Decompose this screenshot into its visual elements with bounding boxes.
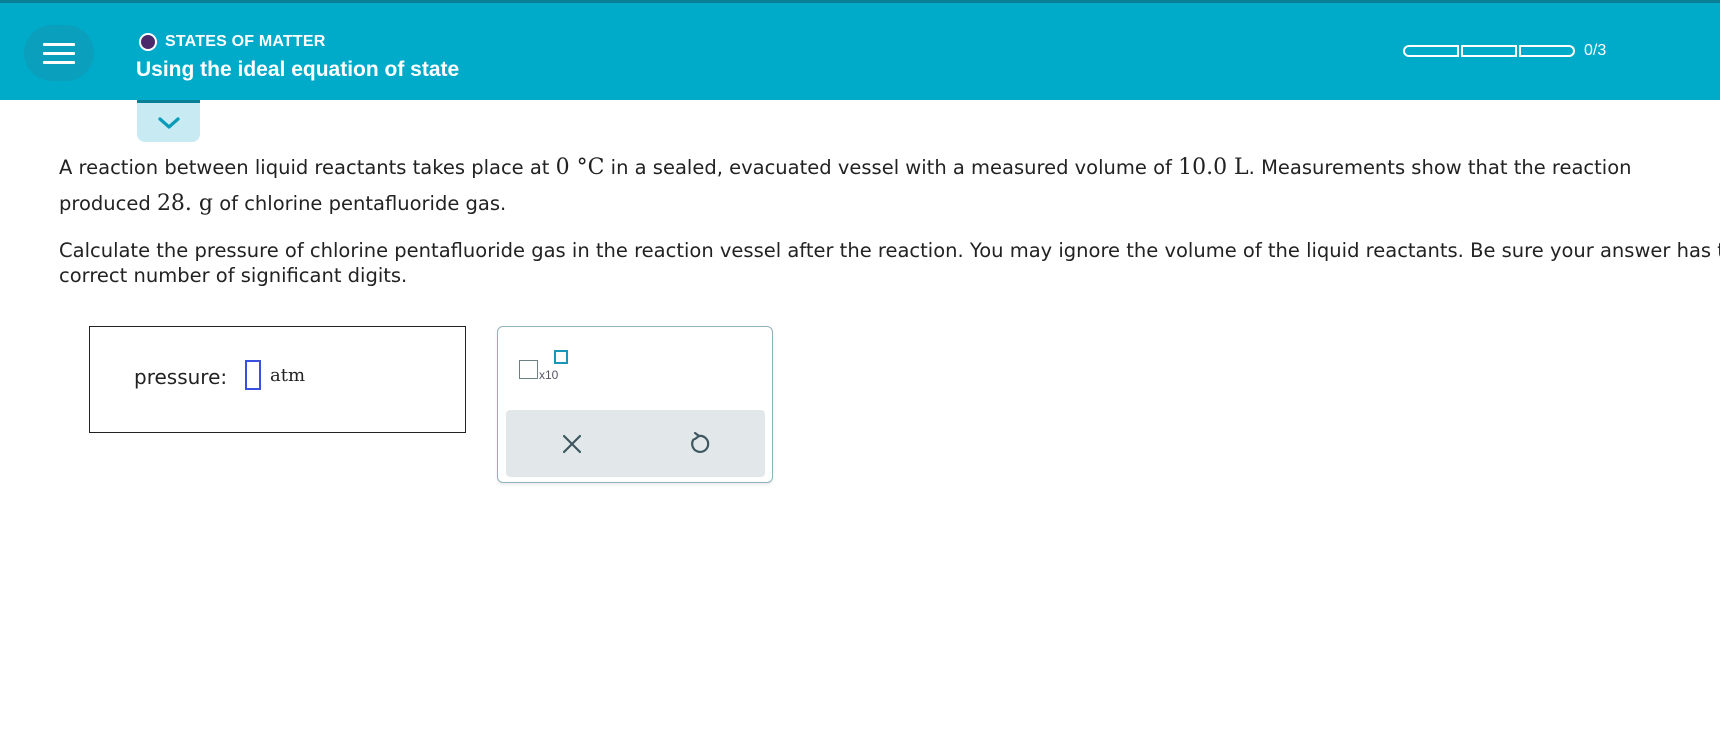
topic-dot-icon xyxy=(139,33,157,51)
problem-paragraph-1: A reaction between liquid reactants take… xyxy=(59,150,1699,222)
x10-label: x10 xyxy=(539,368,559,382)
hamburger-menu-icon xyxy=(43,41,75,65)
reset-button[interactable] xyxy=(684,429,714,459)
pressure-input[interactable] xyxy=(245,360,261,390)
menu-button[interactable] xyxy=(24,25,94,81)
problem-text: in a sealed, evacuated vessel with a mea… xyxy=(604,156,1179,179)
progress-segment xyxy=(1403,45,1459,57)
exponent-box-icon xyxy=(554,350,568,364)
scientific-notation-button[interactable]: x10 xyxy=(519,350,575,386)
answer-label: pressure: xyxy=(134,365,228,389)
close-icon xyxy=(562,434,582,454)
page-title: Using the ideal equation of state xyxy=(136,58,460,81)
action-bar xyxy=(506,410,765,477)
scientific-notation-icon xyxy=(519,360,538,379)
header-bar: STATES OF MATTER Using the ideal equatio… xyxy=(0,3,1720,100)
progress-text: 0/3 xyxy=(1584,42,1607,59)
math-mass: 28. g xyxy=(156,191,214,216)
problem-statement: A reaction between liquid reactants take… xyxy=(59,150,1720,288)
chevron-down-icon xyxy=(157,116,180,129)
problem-text: of chlorine pentafluoride gas. xyxy=(213,192,507,215)
expand-details-button[interactable] xyxy=(137,100,200,142)
answer-box: pressure: atm xyxy=(89,326,466,433)
tool-panel: x10 xyxy=(497,326,773,483)
unit-label: atm xyxy=(270,365,306,386)
math-temperature: 0 °C xyxy=(555,155,605,180)
topic-row: STATES OF MATTER xyxy=(139,31,326,53)
problem-paragraph-2: Calculate the pressure of chlorine penta… xyxy=(59,239,1720,287)
problem-text: A reaction between liquid reactants take… xyxy=(59,156,556,179)
math-volume: 10.0 L xyxy=(1178,155,1249,180)
progress-indicator: 0/3 xyxy=(1403,42,1607,59)
progress-segment xyxy=(1519,45,1575,57)
progress-segment xyxy=(1461,45,1517,57)
undo-icon xyxy=(691,431,710,453)
topic-label: STATES OF MATTER xyxy=(165,33,326,50)
clear-button[interactable] xyxy=(558,430,586,458)
